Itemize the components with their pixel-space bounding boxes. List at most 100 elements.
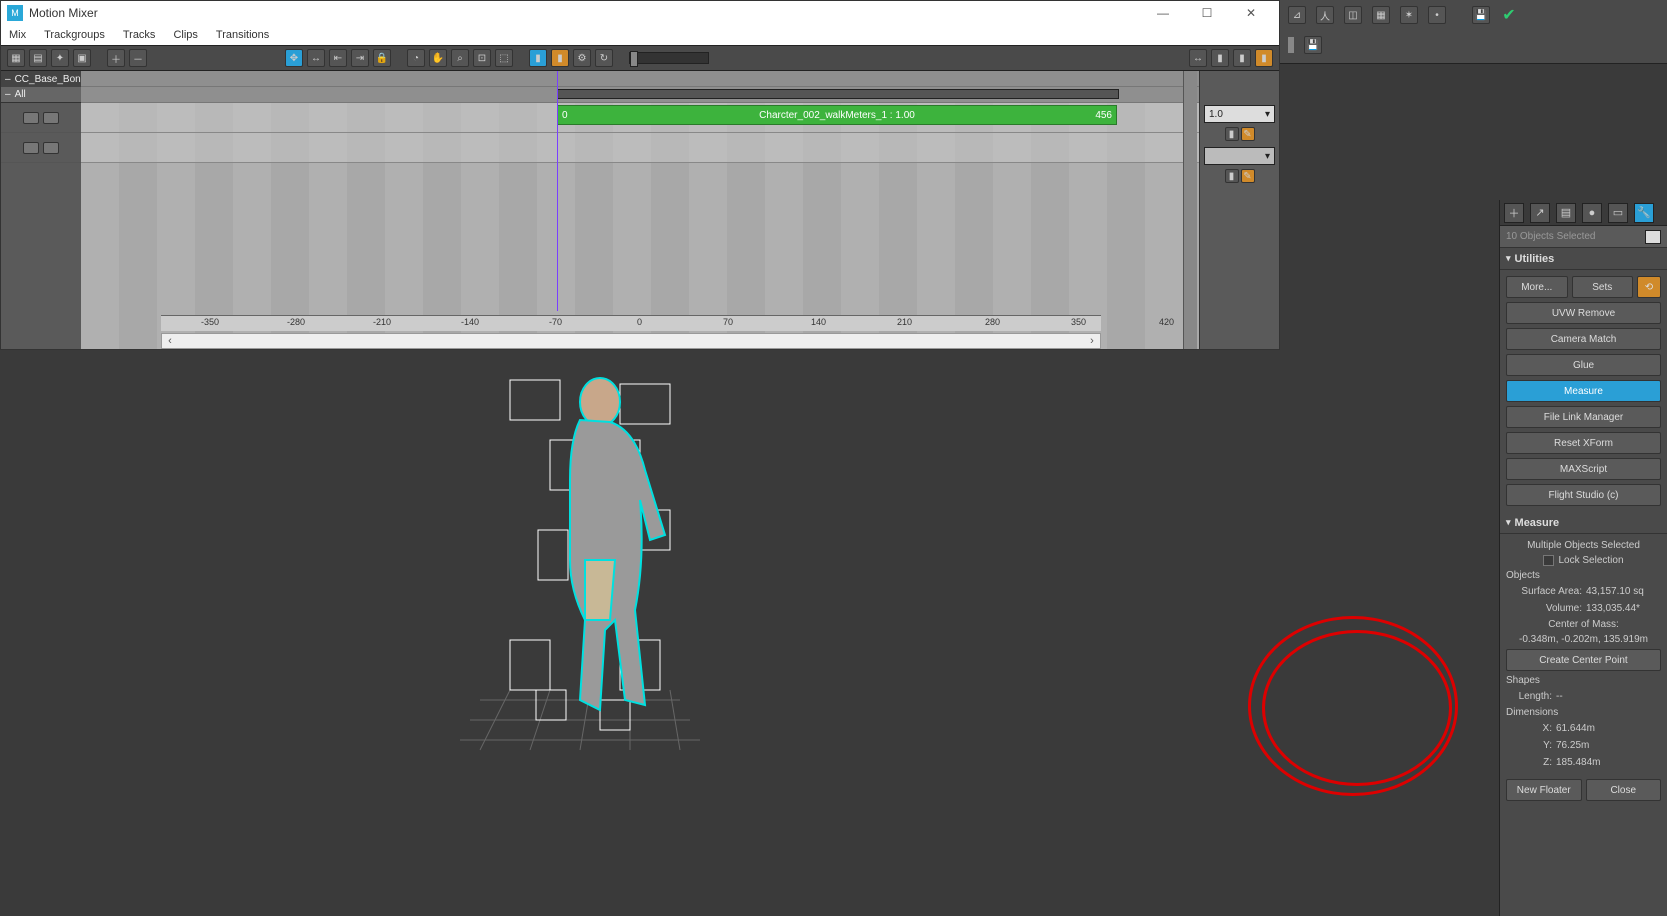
- measure-button[interactable]: Measure: [1506, 380, 1661, 402]
- ruler-tick: -70: [549, 317, 562, 327]
- settings-icon[interactable]: ⚙: [573, 49, 591, 67]
- ruler-tick: -210: [373, 317, 391, 327]
- menu-trackgroups[interactable]: Trackgroups: [42, 27, 107, 43]
- color-swatch[interactable]: [1645, 230, 1661, 244]
- zoom-icon[interactable]: ⌕: [451, 49, 469, 67]
- scale-edit-icon[interactable]: ✎: [1241, 127, 1255, 141]
- assets-icon[interactable]: ▣: [73, 49, 91, 67]
- save-icon[interactable]: 💾: [1472, 6, 1490, 24]
- shapes-label: Shapes: [1506, 675, 1661, 686]
- motion-clip[interactable]: 0 Charcter_002_walkMeters_1 : 1.00 456: [557, 105, 1117, 125]
- check-icon[interactable]: ✔: [1500, 6, 1518, 24]
- maximize-button[interactable]: ☐: [1185, 1, 1229, 25]
- weight-curve-icon[interactable]: ▮: [551, 49, 569, 67]
- plane-icon[interactable]: ◫: [1344, 6, 1362, 24]
- add-track-icon[interactable]: ＋: [107, 49, 125, 67]
- maxscript-button[interactable]: MAXScript: [1506, 458, 1661, 480]
- clip-start-frame: 0: [562, 110, 568, 121]
- solo-icon[interactable]: [23, 112, 39, 124]
- toggle-c-icon[interactable]: ▮: [1233, 49, 1251, 67]
- lock-selection-checkbox[interactable]: Lock Selection: [1506, 555, 1661, 566]
- create-tab-icon[interactable]: ＋: [1504, 203, 1524, 223]
- vertical-scrollbar[interactable]: [1183, 71, 1197, 349]
- modify-tab-icon[interactable]: ↗: [1530, 203, 1550, 223]
- motion-tab-icon[interactable]: ●: [1582, 203, 1602, 223]
- minimize-button[interactable]: —: [1141, 1, 1185, 25]
- playhead[interactable]: [557, 71, 558, 311]
- viewport[interactable]: [0, 350, 1667, 916]
- length-value: --: [1556, 691, 1661, 702]
- ruler-tick: 0: [637, 317, 642, 327]
- menu-tracks[interactable]: Tracks: [121, 27, 158, 43]
- zoom-ext-icon[interactable]: ⊡: [473, 49, 491, 67]
- trackgroup-label[interactable]: –CC_Base_BoneR: [1, 71, 81, 87]
- lock-icon[interactable]: 🔒: [373, 49, 391, 67]
- balance-slider[interactable]: [629, 52, 709, 64]
- scroll-left-icon[interactable]: ‹: [162, 335, 178, 347]
- file-link-manager-button[interactable]: File Link Manager: [1506, 406, 1661, 428]
- reset-xform-button[interactable]: Reset XForm: [1506, 432, 1661, 454]
- scale-lock-icon[interactable]: ▮: [1225, 169, 1239, 183]
- new-floater-button[interactable]: New Floater: [1506, 779, 1582, 801]
- scale-lock-icon[interactable]: ▮: [1225, 127, 1239, 141]
- dot-icon[interactable]: •: [1428, 6, 1446, 24]
- biped-icon[interactable]: ✦: [51, 49, 69, 67]
- ruler-tick: 280: [985, 317, 1000, 327]
- track-row[interactable]: [81, 133, 1199, 163]
- snap-end-icon[interactable]: ⇥: [351, 49, 369, 67]
- scale-edit-icon[interactable]: ✎: [1241, 169, 1255, 183]
- sets-button[interactable]: Sets: [1572, 276, 1634, 298]
- menu-mix[interactable]: Mix: [7, 27, 28, 43]
- camera-match-button[interactable]: Camera Match: [1506, 328, 1661, 350]
- measure-rollout-header[interactable]: Measure: [1500, 512, 1667, 534]
- snap-start-icon[interactable]: ⇤: [329, 49, 347, 67]
- titlebar[interactable]: M Motion Mixer — ☐ ✕: [1, 1, 1279, 25]
- display-tab-icon[interactable]: ▭: [1608, 203, 1628, 223]
- character-preview: [450, 360, 730, 780]
- utilities-tab-icon[interactable]: 🔧: [1634, 203, 1654, 223]
- more-button[interactable]: More...: [1506, 276, 1568, 298]
- toggle-a-icon[interactable]: ↔: [1189, 49, 1207, 67]
- create-center-point-button[interactable]: Create Center Point: [1506, 649, 1661, 671]
- mute-icon[interactable]: [43, 142, 59, 154]
- tracks-canvas[interactable]: 0 Charcter_002_walkMeters_1 : 1.00 456 -…: [81, 71, 1199, 349]
- horizontal-scrollbar[interactable]: ‹ ›: [161, 333, 1101, 349]
- wire-icon[interactable]: ⊿: [1288, 6, 1306, 24]
- slide-icon[interactable]: ↔: [307, 49, 325, 67]
- time-scale-input-2[interactable]: ▾: [1204, 147, 1275, 165]
- track-row-2-icons: [1, 133, 81, 163]
- toggle-b-icon[interactable]: ▮: [1211, 49, 1229, 67]
- refresh-icon[interactable]: ↻: [595, 49, 613, 67]
- objects-label: Objects: [1506, 570, 1661, 581]
- close-button[interactable]: Close: [1586, 779, 1662, 801]
- close-button[interactable]: ✕: [1229, 1, 1273, 25]
- delete-track-icon[interactable]: －: [129, 49, 147, 67]
- mute-icon[interactable]: [43, 112, 59, 124]
- menu-clips[interactable]: Clips: [171, 27, 199, 43]
- grid-icon[interactable]: ▦: [1372, 6, 1390, 24]
- menu-transitions[interactable]: Transitions: [214, 27, 271, 43]
- track-all-label[interactable]: –All: [1, 87, 81, 103]
- hand-icon[interactable]: ✋: [429, 49, 447, 67]
- flight-studio-button[interactable]: Flight Studio (c): [1506, 484, 1661, 506]
- zoom-region-icon[interactable]: ⬚: [495, 49, 513, 67]
- open-mix-icon[interactable]: ▤: [29, 49, 47, 67]
- sets-config-icon[interactable]: ⟲: [1637, 276, 1661, 298]
- solo-icon[interactable]: [23, 142, 39, 154]
- axis-icon[interactable]: ✶: [1400, 6, 1418, 24]
- scroll-right-icon[interactable]: ›: [1084, 335, 1100, 347]
- time-ruler[interactable]: -350-280-210-140-70070140210280350420: [161, 315, 1101, 331]
- hierarchy-tab-icon[interactable]: ▤: [1556, 203, 1576, 223]
- toggle-d-icon[interactable]: ▮: [1255, 49, 1273, 67]
- new-mix-icon[interactable]: ▦: [7, 49, 25, 67]
- time-scale-input[interactable]: 1.0▾: [1204, 105, 1275, 123]
- move-icon[interactable]: ✥: [285, 49, 303, 67]
- person-icon[interactable]: 人: [1316, 6, 1334, 24]
- range-bar[interactable]: [557, 89, 1119, 99]
- show-balance-icon[interactable]: ▮: [529, 49, 547, 67]
- disk-icon[interactable]: 💾: [1304, 36, 1322, 54]
- glue-button[interactable]: Glue: [1506, 354, 1661, 376]
- uvw-remove-button[interactable]: UVW Remove: [1506, 302, 1661, 324]
- utilities-rollout-header[interactable]: Utilities: [1500, 248, 1667, 270]
- clock-icon[interactable]: ◔: [407, 49, 425, 67]
